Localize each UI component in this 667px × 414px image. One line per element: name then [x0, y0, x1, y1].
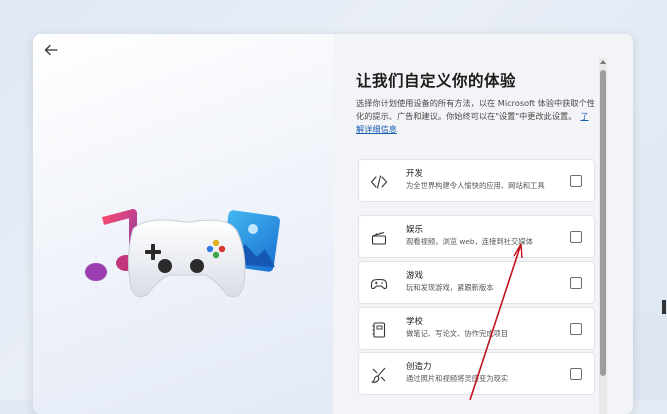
brush-icon [371, 367, 386, 383]
gaming-illustration [85, 209, 280, 298]
page-description: 选择你计划使用设备的所有方法，以在 Microsoft 体验中获取个性化的提示、… [356, 97, 596, 136]
code-icon [370, 175, 388, 189]
options-pane: 让我们自定义你的体验 选择你计划使用设备的所有方法，以在 Microsoft 体… [333, 34, 633, 414]
scrollbar-thumb[interactable] [600, 70, 606, 376]
option-card-creativity[interactable]: 创造力 通过照片和视频将灵感变为现实 [358, 352, 595, 395]
back-arrow-icon[interactable] [43, 42, 59, 58]
screen-edge-mark [662, 300, 666, 314]
option-checkbox[interactable] [570, 175, 582, 187]
option-subtitle: 通过照片和视频将灵感变为现实 [406, 374, 509, 383]
gamepad-icon [370, 278, 388, 290]
option-card-school[interactable]: 学校 做笔记、写论文、协作完成项目 [358, 307, 595, 350]
option-checkbox[interactable] [570, 323, 582, 335]
option-title: 游戏 [406, 271, 424, 281]
clapperboard-icon [371, 231, 387, 245]
option-subtitle: 为全世界构建令人愉快的应用、网站和工具 [406, 181, 545, 190]
notebook-icon [372, 322, 386, 338]
illustration-pane [33, 34, 333, 414]
option-title: 创造力 [406, 362, 432, 372]
option-card-gaming[interactable]: 游戏 玩和发现游戏，紧跟新版本 [358, 261, 595, 304]
option-checkbox[interactable] [570, 277, 582, 289]
option-title: 娱乐 [406, 225, 424, 235]
option-title: 开发 [406, 169, 424, 179]
option-checkbox[interactable] [570, 231, 582, 243]
option-subtitle: 观看视频，浏览 web，连接到社交媒体 [406, 237, 533, 246]
gamepad-illustration-icon [127, 219, 246, 298]
option-card-development[interactable]: 开发 为全世界构建令人愉快的应用、网站和工具 [358, 159, 595, 202]
option-card-entertainment[interactable]: 娱乐 观看视频，浏览 web，连接到社交媒体 [358, 215, 595, 258]
page-title: 让我们自定义你的体验 [356, 72, 517, 90]
option-title: 学校 [406, 317, 424, 327]
option-subtitle: 做笔记、写论文、协作完成项目 [406, 329, 509, 338]
option-subtitle: 玩和发现游戏，紧跟新版本 [406, 283, 494, 292]
description-text: 选择你计划使用设备的所有方法，以在 Microsoft 体验中获取个性化的提示、… [356, 98, 595, 121]
option-checkbox[interactable] [570, 368, 582, 380]
scroll-up-arrow-icon[interactable] [600, 60, 606, 64]
oobe-window: 让我们自定义你的体验 选择你计划使用设备的所有方法，以在 Microsoft 体… [33, 34, 633, 414]
